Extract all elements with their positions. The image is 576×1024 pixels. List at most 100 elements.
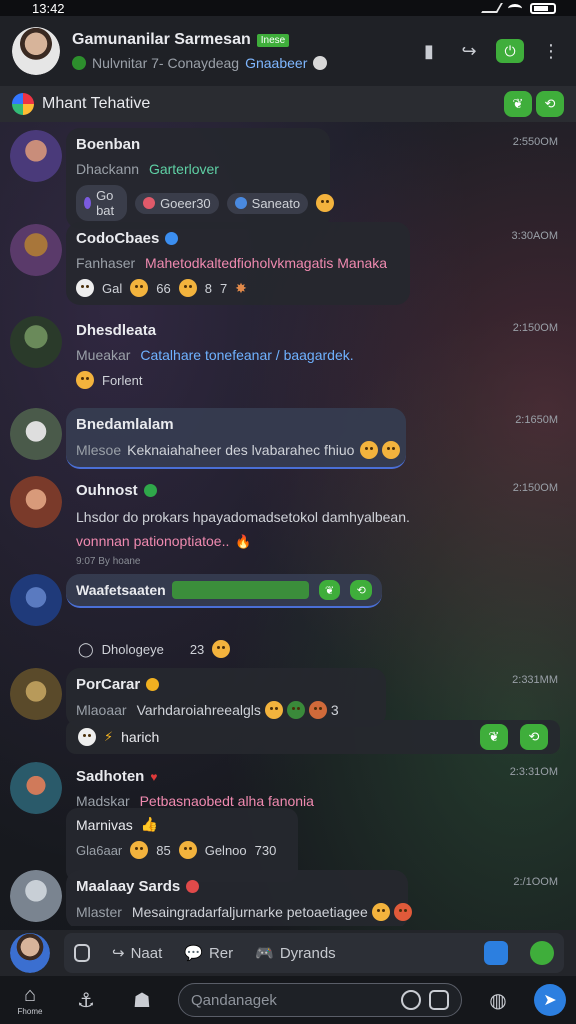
avatar[interactable] (10, 130, 62, 182)
reaction-chip[interactable]: Goeer30 (135, 192, 219, 214)
message-text: Varhdaroiahreealgls (136, 702, 261, 718)
reply-button[interactable]: 💬 Rer (184, 944, 233, 963)
chat-subtitle: Nulvnitar 7- Conaydeag (92, 55, 240, 71)
avatar[interactable] (10, 870, 62, 922)
heart-icon: ♥ (150, 769, 158, 784)
sender-name: Waafetsaaten (76, 582, 166, 598)
attach-button[interactable] (74, 944, 90, 962)
ring-icon: ◯ (78, 640, 94, 657)
message-time: 2:/1OOM (513, 876, 558, 888)
message-time: 2:331MM (512, 674, 558, 686)
avatar[interactable] (10, 476, 62, 528)
link-button[interactable]: ⟲ (520, 724, 548, 750)
avatar[interactable] (10, 224, 62, 276)
leaf-button[interactable]: ❦ (318, 580, 341, 600)
message-bubble[interactable]: Maalaay Sards Mlaster Mesaingradarfaljur… (66, 870, 412, 926)
gamepad-icon: 🎮 (255, 945, 274, 962)
message-text: Mahetodkaltedfioholvkmagatis Manaka (145, 255, 388, 271)
share-icon[interactable]: ↪ (456, 38, 482, 64)
avatar[interactable] (10, 933, 50, 973)
reply-bar[interactable]: ⚡ harich ❦ ⟲ (66, 720, 560, 754)
link-button[interactable]: ⟲ (350, 580, 372, 600)
sender-name: Dhesdleata (76, 322, 157, 339)
reaction-chip[interactable]: Go bat (76, 185, 128, 221)
burst-icon: ✸ (235, 279, 247, 296)
message-prefix: Fanhaser (76, 255, 136, 271)
avatar[interactable] (10, 668, 62, 720)
thumbs-up-icon: 👍 (140, 816, 159, 832)
reaction-chip[interactable]: Saneato (226, 192, 309, 214)
emoji-icon[interactable] (360, 441, 379, 459)
emoji-icon[interactable] (393, 903, 412, 921)
message-bubble[interactable]: Ouhnost Lhsdor do prokars hpayadomadseto… (66, 474, 486, 575)
message-bubble[interactable]: CodoCbaes Fanhaser Mahetodkaltedfioholvk… (66, 222, 410, 305)
emoji-icon[interactable] (178, 279, 197, 297)
emoji-icon[interactable] (76, 279, 94, 297)
message-time: 2:550OM (512, 136, 558, 148)
message-bubble[interactable]: PorCarar Mlaoaar Varhdaroiahreealgls 3 (66, 668, 386, 727)
pinned-label: Mhant Tehative (42, 95, 151, 112)
globe-button[interactable]: ◍ (478, 980, 518, 1020)
home-icon: ⌂ (23, 984, 37, 1006)
chat-title: Gamunanilar Sarmesan (72, 31, 251, 48)
message-prefix: Madskar (76, 793, 130, 809)
avatar[interactable] (12, 27, 60, 75)
message-bubble[interactable]: Dhesdleata Mueakar Catalhare tonefeanar … (66, 314, 366, 397)
emoji-icon[interactable] (76, 371, 94, 389)
search-placeholder: Qandanagek (191, 991, 277, 1009)
message-prefix: Dhackann (76, 161, 140, 177)
message-bubble[interactable]: Bnedamlalam Mlesoe Keknaiahaheer des lva… (66, 408, 406, 469)
emoji-icon[interactable] (78, 728, 96, 746)
archive-icon[interactable]: ▮ (416, 38, 442, 64)
home-button[interactable]: ⌂ Fhome (10, 980, 50, 1020)
chat-subtitle-link[interactable]: Gnaabeer (245, 55, 307, 71)
reaction-prefix: Gla6aar (76, 842, 123, 858)
emoji-icon[interactable] (130, 279, 149, 297)
sender-name: Bnedamlalam (76, 416, 174, 433)
avatar[interactable] (10, 762, 62, 814)
message-prefix: Mlesoe (76, 442, 122, 458)
emoji-picker-icon[interactable] (401, 990, 421, 1010)
fire-icon: 🔥 (235, 534, 252, 549)
emoji-icon[interactable] (178, 841, 197, 859)
reaction-count: 3 (330, 702, 339, 718)
message-bubble[interactable]: Boenban Dhackann Garterlover Go bat Goee… (66, 128, 335, 229)
search-input[interactable]: Qandanagek (178, 983, 462, 1017)
profile-button[interactable]: ☗ (122, 980, 162, 1020)
leaf-button[interactable]: ❦ (504, 91, 532, 117)
emoji-icon[interactable] (130, 841, 149, 859)
emoji-icon[interactable] (286, 701, 305, 719)
emoji-icon[interactable] (382, 441, 401, 459)
bird-button[interactable] (484, 941, 508, 965)
avatar[interactable] (10, 408, 62, 460)
bolt-icon: ⚡ (104, 729, 114, 744)
message-list[interactable]: Boenban Dhackann Garterlover Go bat Goee… (0, 122, 576, 926)
message-text: Mesaingradarfaljurnarke petoaetiagee (131, 904, 368, 920)
message-bubble[interactable]: Waafetsaaten ❦ ⟲ (66, 574, 382, 608)
message-text: Garterlover (148, 161, 219, 177)
games-button[interactable]: 🎮 Dyrands (255, 944, 336, 963)
power-button[interactable]: ⏻ (496, 39, 524, 63)
avatar[interactable] (10, 316, 62, 368)
gallery-icon[interactable] (429, 990, 449, 1010)
status-bar: 13:42 (0, 0, 576, 16)
more-options-icon[interactable]: ⋮ (538, 38, 564, 64)
emoji-icon[interactable] (316, 194, 335, 212)
message-time: 2:3:31OM (509, 766, 558, 778)
message-text-secondary: Marnivas (76, 816, 133, 833)
check-button[interactable] (530, 941, 554, 965)
link-button[interactable]: ⟲ (536, 91, 564, 117)
pinned-bar[interactable]: Mhant Tehative ❦ ⟲ (0, 86, 576, 122)
emoji-icon[interactable] (371, 903, 390, 921)
message-text: Catalhare tonefeanar / baagardek. (140, 347, 354, 363)
emoji-icon[interactable] (264, 701, 283, 719)
leaf-button[interactable]: ❦ (480, 724, 508, 750)
message-time: 2:150OM (512, 322, 558, 334)
send-button[interactable]: ➤ (534, 984, 566, 1016)
anchor-button[interactable]: ⚓ (66, 980, 106, 1020)
emoji-icon[interactable] (308, 701, 327, 719)
emoji-icon[interactable] (212, 640, 231, 658)
forward-button[interactable]: ↪ Naat (112, 944, 162, 963)
avatar[interactable] (10, 574, 62, 626)
status-time: 13:42 (32, 0, 65, 16)
